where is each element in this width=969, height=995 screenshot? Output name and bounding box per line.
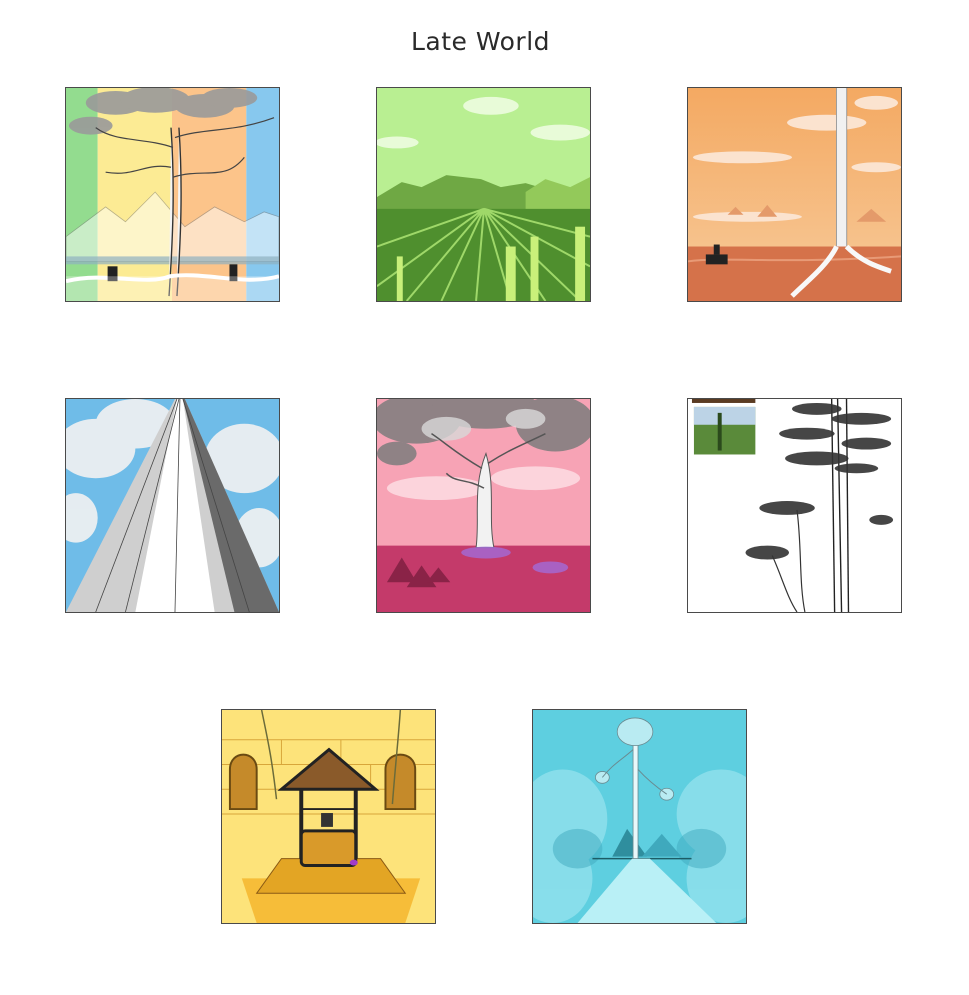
gallery-item[interactable] (687, 87, 902, 302)
grey-tower-sky-image (66, 399, 279, 612)
gallery-item[interactable] (65, 87, 280, 302)
cyan-cloud-tree-image (533, 710, 746, 923)
orange-desert-tree-image (688, 88, 901, 301)
pink-blossom-tree-image (377, 399, 590, 612)
page-title: Late World (410, 27, 551, 56)
gallery-item[interactable] (376, 398, 591, 613)
golden-wishing-well-image (222, 710, 435, 923)
rainbow-sketch-tree-image (66, 88, 279, 301)
gallery-item[interactable] (687, 398, 902, 613)
ink-pine-trees-image (688, 399, 901, 612)
gallery-item[interactable] (532, 709, 747, 924)
green-field-perspective-image (377, 88, 590, 301)
gallery-item[interactable] (221, 709, 436, 924)
gallery-item[interactable] (65, 398, 280, 613)
gallery-item[interactable] (376, 87, 591, 302)
